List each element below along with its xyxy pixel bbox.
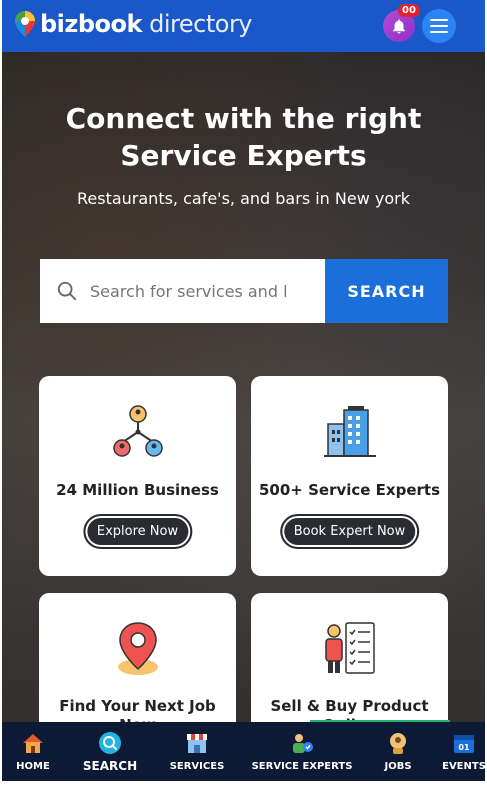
checklist-person-icon <box>324 622 375 674</box>
shop-icon <box>187 734 207 753</box>
nav-label: SEARCH <box>82 759 138 773</box>
experts-card[interactable]: 500+ Service Experts Book Expert Now <box>251 376 448 576</box>
book-expert-now-button[interactable]: Book Expert Now <box>279 514 420 549</box>
buildings-icon <box>323 406 376 457</box>
card-title: 24 Million Business <box>56 481 219 499</box>
jobs-card[interactable]: Find Your Next Job Now <box>39 593 236 724</box>
search-icon <box>99 732 121 754</box>
bell-icon <box>393 19 405 34</box>
search-button[interactable]: SEARCH <box>325 259 448 323</box>
nav-label: EVENTS <box>442 761 486 772</box>
search-bar: SEARCH <box>40 259 448 323</box>
nav-label: HOME <box>16 761 50 772</box>
logo-pin-icon <box>15 11 35 37</box>
bottom-nav: HOME SEARCH SERVICES SERVICE EXPERTS JOB… <box>2 722 486 781</box>
nav-service-experts[interactable]: SERVICE EXPERTS <box>251 722 353 781</box>
hero-title-line1: Connect with the right <box>65 102 422 135</box>
location-pin-icon <box>117 622 158 675</box>
top-bar: bizbook directory 00 <box>2 0 485 52</box>
expert-icon <box>293 734 313 753</box>
hero-title: Connect with the right Service Experts <box>2 100 485 174</box>
calendar-icon: 01 <box>454 735 474 753</box>
card-title-line1: Sell & Buy Product <box>270 697 429 715</box>
hero-section: Connect with the right Service Experts R… <box>2 52 485 724</box>
calendar-badge-text: 01 <box>458 743 470 752</box>
card-title: 500+ Service Experts <box>258 481 440 499</box>
nav-label: SERVICE EXPERTS <box>251 761 353 772</box>
business-card[interactable]: 24 Million Business Explore Now <box>39 376 236 576</box>
notification-badge: 00 <box>398 4 420 17</box>
hero-subtitle: Restaurants, cafe's, and bars in New yor… <box>77 189 410 208</box>
search-field-container[interactable] <box>40 259 325 323</box>
explore-now-button[interactable]: Explore Now <box>82 514 193 549</box>
home-icon <box>23 734 43 753</box>
menu-icon <box>430 19 448 33</box>
products-card[interactable]: Sell & Buy Product Online <box>251 593 448 724</box>
hamburger-menu-button[interactable] <box>422 9 456 43</box>
logo-text: bizbook directory <box>40 10 253 38</box>
nav-label: SERVICES <box>169 761 225 772</box>
nav-events[interactable]: 01 EVENTS <box>442 722 486 781</box>
nav-label: JOBS <box>384 761 412 772</box>
network-people-icon <box>112 405 163 457</box>
nav-services[interactable]: SERVICES <box>168 722 226 781</box>
search-input[interactable] <box>90 281 300 301</box>
card-title-line1: Find Your Next Job <box>59 697 216 715</box>
card-title: Find Your Next Job Now <box>39 697 236 724</box>
jobs-icon <box>390 733 406 754</box>
nav-search[interactable]: SEARCH <box>82 722 138 781</box>
nav-jobs[interactable]: JOBS <box>380 722 416 781</box>
logo[interactable]: bizbook directory <box>14 10 253 38</box>
search-icon <box>57 281 77 301</box>
nav-home[interactable]: HOME <box>12 722 54 781</box>
hero-title-line2: Service Experts <box>120 139 367 172</box>
